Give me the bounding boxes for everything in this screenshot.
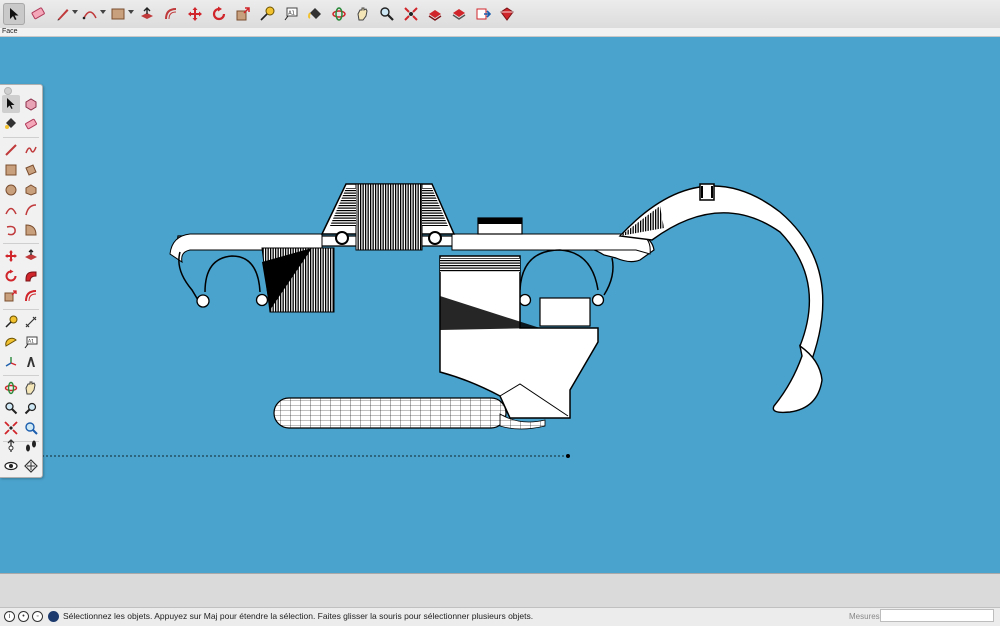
orbit-icon[interactable] (328, 3, 350, 25)
tape-measure-icon[interactable] (2, 313, 20, 331)
look-around-icon[interactable] (2, 457, 20, 475)
rectangle-dropdown-caret[interactable] (128, 10, 134, 14)
paint-bucket-icon[interactable] (304, 3, 326, 25)
paint-bucket-icon[interactable] (2, 115, 20, 133)
arc-dropdown-caret[interactable] (100, 10, 106, 14)
tape-measure-icon[interactable] (256, 3, 278, 25)
offset-icon[interactable] (160, 3, 182, 25)
walk-icon[interactable] (22, 437, 40, 455)
lower-panel (0, 573, 1000, 608)
svg-text:A1: A1 (288, 11, 295, 17)
palette-separator (3, 243, 39, 244)
three-point-arc-icon[interactable] (2, 221, 20, 239)
measurements-label: Mesures (849, 612, 880, 621)
push-pull-icon[interactable] (136, 3, 158, 25)
polygon-icon[interactable] (22, 181, 40, 199)
pie-icon[interactable] (22, 221, 40, 239)
model-drawing[interactable] (0, 37, 1000, 573)
text-icon[interactable]: A1 (280, 3, 302, 25)
zoom-window-icon[interactable] (22, 399, 40, 417)
circle-icon[interactable] (2, 181, 20, 199)
orbit-icon[interactable] (2, 379, 20, 397)
drawing-viewport[interactable] (0, 37, 1000, 573)
status-bar: i • ◦ Sélectionnez les objets. Appuyez s… (0, 607, 1000, 626)
rotated-rectangle-icon[interactable] (22, 161, 40, 179)
section-plane-icon[interactable] (22, 457, 40, 475)
curved-hanger-arm[interactable] (618, 183, 824, 414)
user-account-icon[interactable]: ◦ (32, 611, 43, 622)
offset-icon[interactable] (22, 287, 40, 305)
previous-view-icon[interactable] (22, 419, 40, 437)
pan-icon[interactable] (22, 379, 40, 397)
zoom-extents-icon[interactable] (400, 3, 422, 25)
push-pull-icon[interactable] (22, 247, 40, 265)
zoom-icon[interactable] (2, 399, 20, 417)
main-toolbar: A1 (0, 0, 1000, 29)
scale-icon[interactable] (232, 3, 254, 25)
zoom-extents-icon[interactable] (2, 419, 20, 437)
extension-manager-icon[interactable] (496, 3, 518, 25)
two-point-arc-icon[interactable] (22, 201, 40, 219)
rectangle-icon[interactable] (2, 161, 20, 179)
zoom-icon[interactable] (376, 3, 398, 25)
freehand-icon[interactable] (22, 141, 40, 159)
warehouse-icon[interactable] (424, 3, 446, 25)
arc-icon[interactable] (79, 3, 101, 25)
palette-close-button[interactable] (4, 87, 12, 95)
scene-tab-face[interactable]: Face (2, 27, 18, 36)
move-icon[interactable] (2, 247, 20, 265)
line-icon[interactable] (2, 141, 20, 159)
select-icon[interactable] (2, 95, 20, 113)
arc-icon[interactable] (2, 201, 20, 219)
scene-tab-bar (0, 28, 1000, 37)
measurements-input[interactable] (880, 609, 994, 622)
palette-separator (3, 309, 39, 310)
status-message: Sélectionnez les objets. Appuyez sur Maj… (63, 611, 534, 621)
rotate-icon[interactable] (208, 3, 230, 25)
pencil-dropdown-caret[interactable] (72, 10, 78, 14)
hatched-side-plate[interactable] (261, 247, 335, 313)
move-icon[interactable] (184, 3, 206, 25)
scale-icon[interactable] (2, 287, 20, 305)
position-camera-icon[interactable] (2, 437, 20, 455)
svg-text:A1: A1 (28, 339, 34, 345)
rectangle-icon[interactable] (107, 3, 129, 25)
instructor-icon[interactable] (48, 611, 59, 622)
palette-separator (3, 137, 39, 138)
lower-body[interactable] (439, 255, 599, 419)
info-icon[interactable]: i (4, 611, 15, 622)
axes-icon[interactable] (2, 353, 20, 371)
inference-guide-line (42, 454, 570, 458)
send-to-layout-icon[interactable] (472, 3, 494, 25)
large-tool-set-palette: A1 (0, 84, 43, 478)
select-icon[interactable] (3, 3, 25, 25)
extension-warehouse-icon[interactable] (448, 3, 470, 25)
geo-location-icon[interactable]: • (18, 611, 29, 622)
dimension-icon[interactable] (22, 313, 40, 331)
make-component-icon[interactable] (22, 95, 40, 113)
follow-me-icon[interactable] (22, 267, 40, 285)
palette-separator (3, 375, 39, 376)
protractor-icon[interactable] (2, 333, 20, 351)
3d-text-icon[interactable] (22, 353, 40, 371)
pencil-icon[interactable] (52, 3, 74, 25)
eraser-icon[interactable] (22, 115, 40, 133)
eraser-icon[interactable] (27, 3, 49, 25)
pan-icon[interactable] (352, 3, 374, 25)
text-icon[interactable]: A1 (22, 333, 40, 351)
rotate-icon[interactable] (2, 267, 20, 285)
